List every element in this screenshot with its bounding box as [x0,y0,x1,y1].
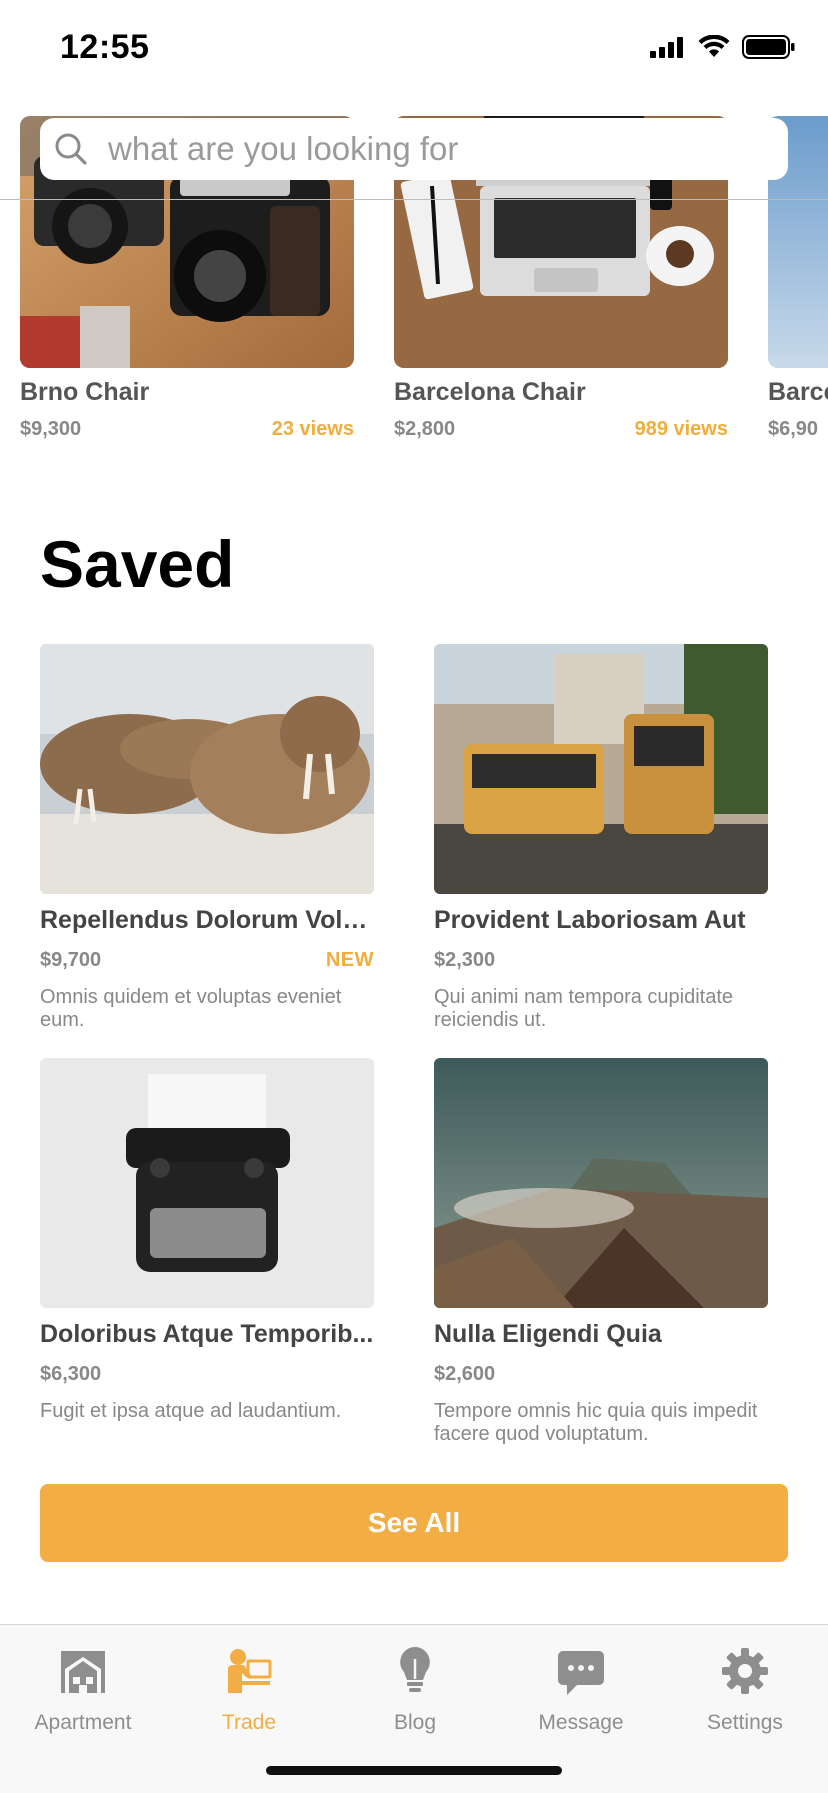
tram-photo [434,644,768,894]
saved-item-title: Provident Laboriosam Aut [434,906,746,934]
search-box[interactable] [40,118,788,180]
featured-card-price: $9,300 [20,418,82,440]
saved-item-price: $6,300 [40,1363,102,1385]
gear-icon [722,1648,768,1694]
tab-label: Message [538,1711,624,1734]
message-icon [558,1651,604,1695]
saved-item-title: Nulla Eligendi Quia [434,1320,662,1348]
saved-item-title: Doloribus Atque Temporib... [40,1320,374,1348]
status-time: 12:55 [60,28,150,66]
tab-label: Trade [221,1711,277,1734]
cellular-signal-icon [650,37,683,58]
saved-item-price: $2,600 [434,1363,496,1385]
trade-icon [228,1649,272,1693]
typewriter-photo [40,1058,374,1308]
featured-card-price: $2,800 [394,418,456,440]
search-icon [55,133,87,165]
home-indicator[interactable] [266,1766,562,1775]
saved-item-description: Fugit et ipsa atque ad laudantium. [40,1400,342,1422]
featured-card-views: 989 views [634,418,728,440]
tab-label: Apartment [34,1711,132,1734]
lightbulb-icon [400,1647,430,1692]
saved-item-description: Omnis quidem et voluptas eveniet eum. [40,986,342,1031]
search-input[interactable] [106,129,750,169]
status-bar: 12:55 [0,0,828,100]
new-badge: NEW [325,949,374,971]
saved-item-description: Tempore omnis hic quia quis impedit face… [434,1400,758,1445]
tab-blog[interactable]: Blog [332,1641,498,1735]
tab-label: Blog [393,1711,437,1734]
tab-apartment[interactable]: Apartment [0,1641,166,1735]
tab-trade[interactable]: Trade [166,1641,332,1735]
featured-card-title: Barce [768,378,828,406]
saved-item-price: $2,300 [434,949,496,971]
status-icons [650,34,796,60]
saved-item[interactable]: Doloribus Atque Temporib... $6,300 Fugit… [40,1058,374,1423]
search-bar [0,100,828,200]
saved-item-description: Qui animi nam tempora cupiditate reicien… [434,986,734,1031]
saved-section-title: Saved [40,527,235,601]
saved-item-title: Repellendus Dolorum Volu... [40,906,374,934]
see-all-button[interactable]: See All [40,1484,788,1562]
saved-item-price: $9,700 [40,949,102,971]
saved-item[interactable]: Repellendus Dolorum Volu... $9,700 NEW O… [40,644,374,1032]
featured-card-views: 23 views [271,418,354,440]
apartment-icon [61,1651,105,1693]
saved-item[interactable]: Provident Laboriosam Aut $2,300 Qui anim… [434,644,768,1032]
walrus-photo [40,644,374,894]
featured-card-title: Brno Chair [20,378,150,406]
tab-label: Settings [707,1711,783,1734]
battery-icon [742,35,795,59]
wifi-icon [698,35,730,57]
featured-card-price: $6,90 [768,418,819,440]
tab-message[interactable]: Message [498,1641,664,1735]
search-divider [0,199,828,200]
featured-card-title: Barcelona Chair [394,378,586,406]
volcano-photo [434,1058,768,1308]
saved-item[interactable]: Nulla Eligendi Quia $2,600 Tempore omnis… [434,1058,768,1446]
tab-settings[interactable]: Settings [662,1641,828,1735]
